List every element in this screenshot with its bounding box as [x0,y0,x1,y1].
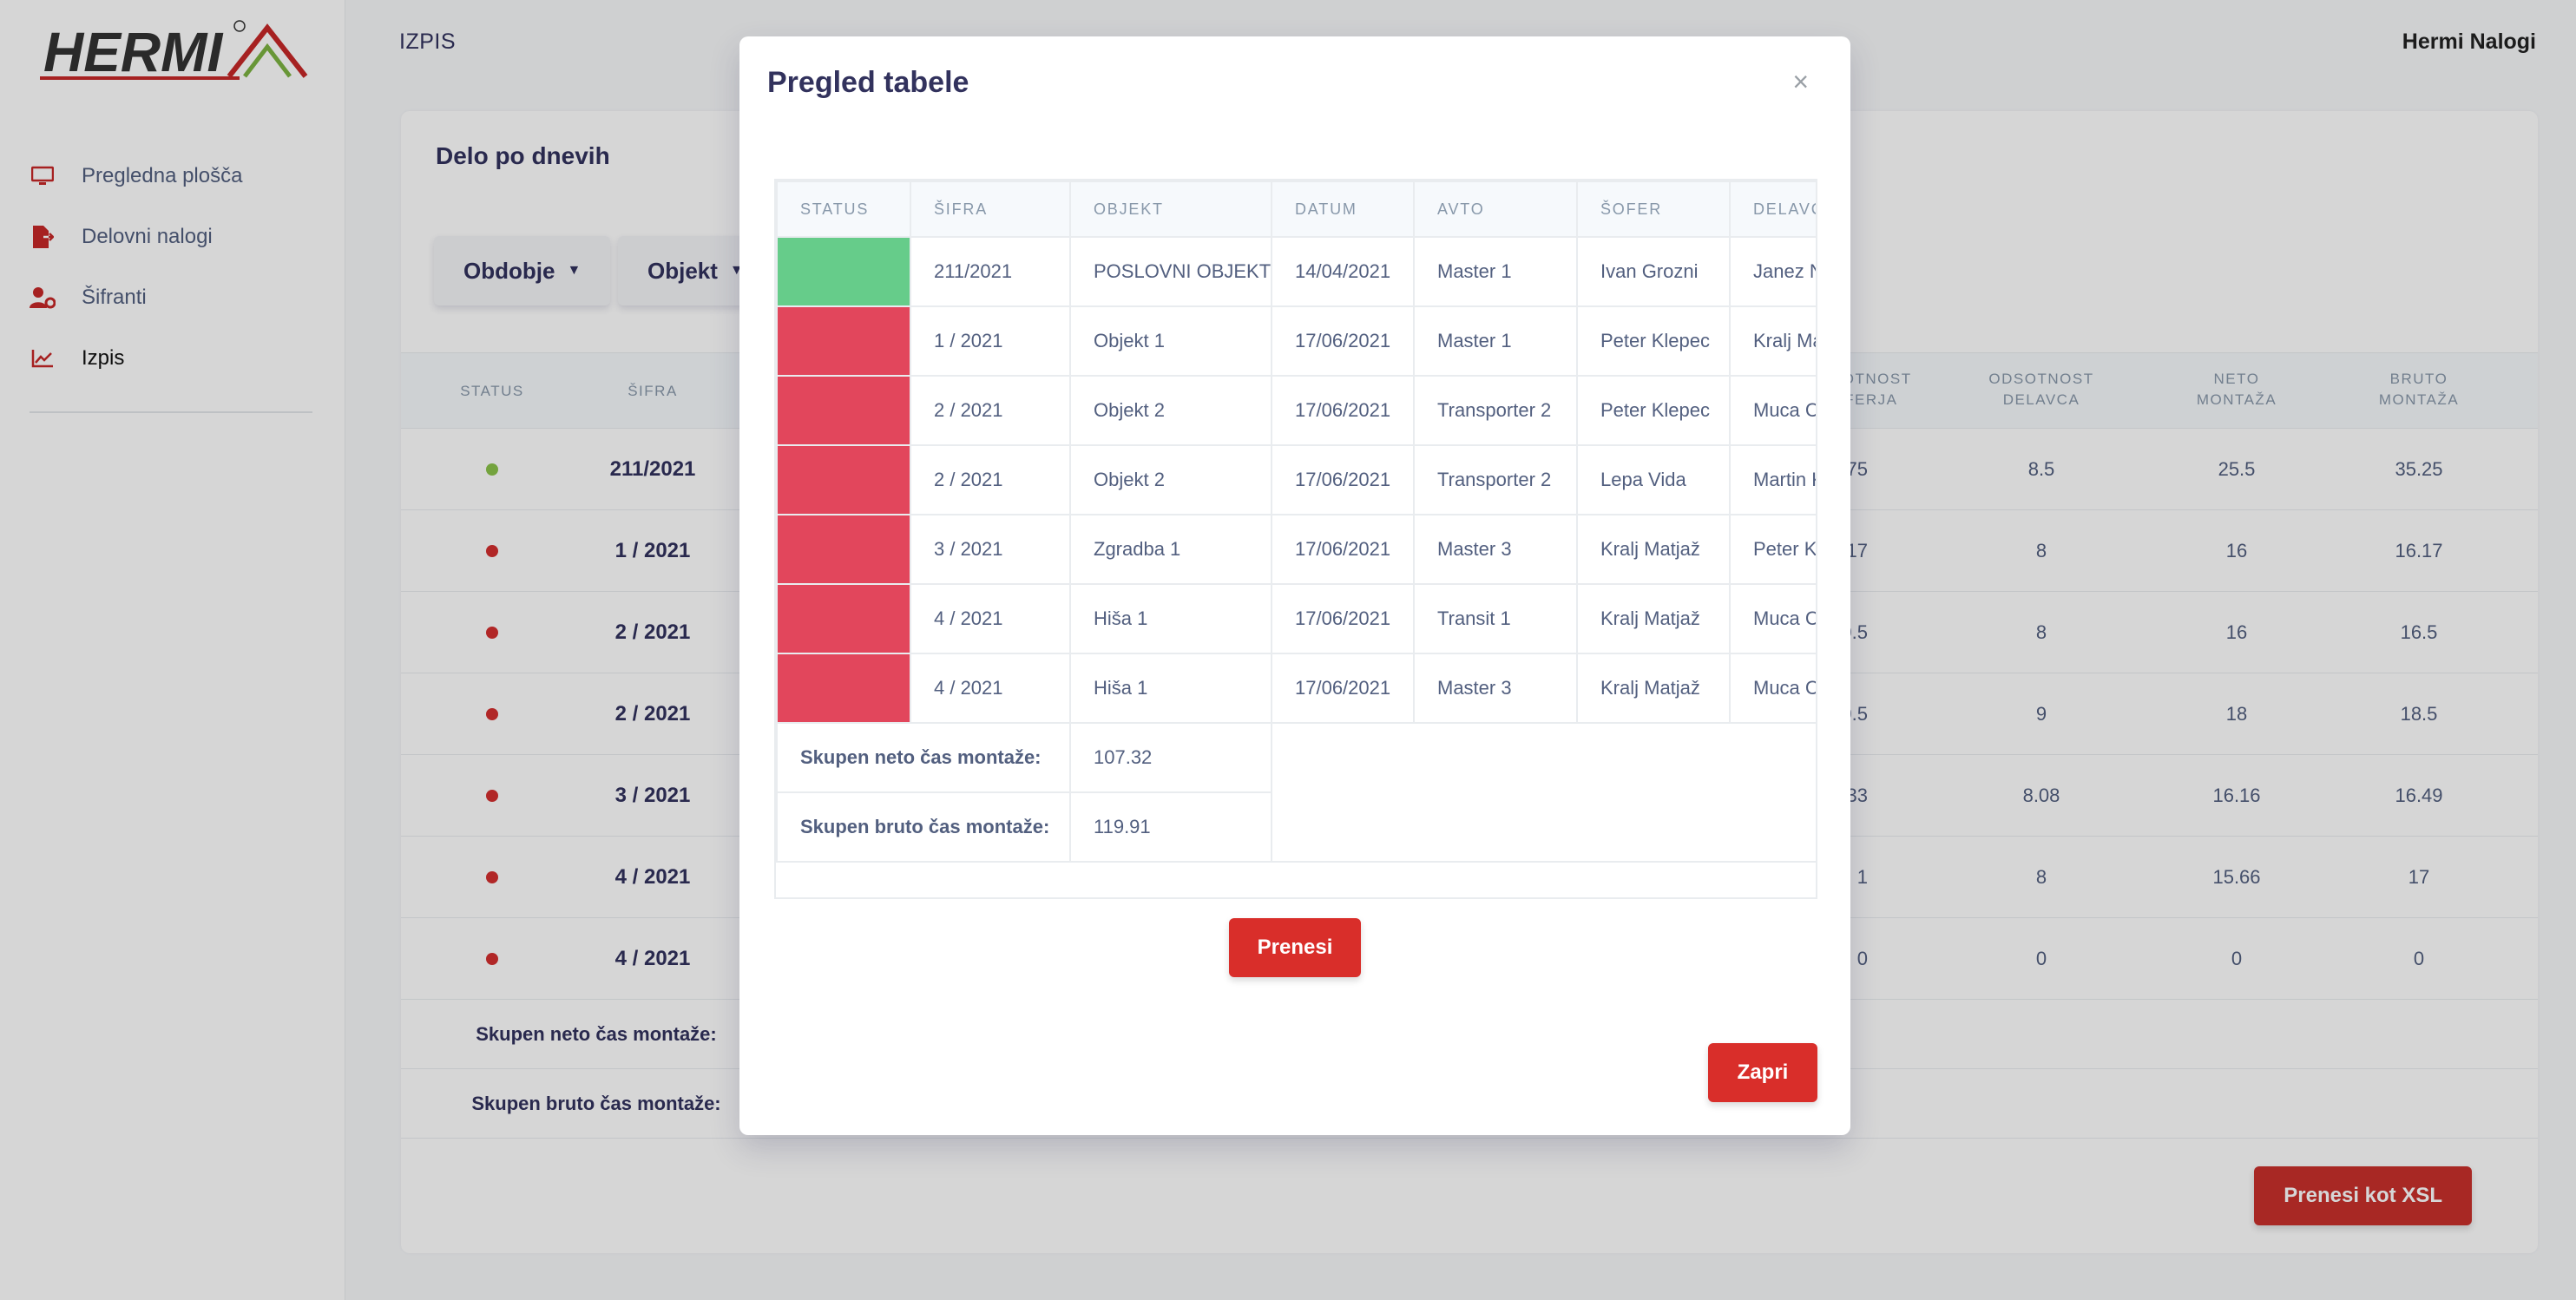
cell-avto: Master 1 [1413,305,1578,377]
status-cell [776,444,911,515]
cell-sifra: 1 / 2021 [910,305,1071,377]
cell-sofer: Peter Klepec [1576,305,1731,377]
cell-delavci: Kralj Matjaž [1729,305,1816,377]
cell-datum: 17/06/2021 [1271,514,1415,585]
table-row[interactable]: 2 / 2021 Objekt 2 17/06/2021 Transporter 2L… [776,444,1816,515]
column-header-sofer: ŠOFER [1576,181,1731,238]
cell-sofer: Kralj Matjaž [1576,514,1731,585]
status-cell [776,305,911,377]
column-header-avto: AVTO [1413,181,1578,238]
cell-delavci: Muca Copatarica [1729,375,1816,446]
cell-sofer: Peter Klepec [1576,375,1731,446]
cell-sifra: 4 / 2021 [910,583,1071,654]
cell-sofer: Ivan Grozni [1576,236,1731,307]
empty-cell [1271,722,1816,863]
status-cell [776,236,911,307]
cell-avto: Transporter 2 [1413,444,1578,515]
cell-datum: 17/06/2021 [1271,444,1415,515]
cell-objekt: Hiša 1 [1069,583,1272,654]
cell-avto: Master 3 [1413,653,1578,724]
table-row[interactable]: 4 / 2021 Hiša 1 17/06/2021 Master 3 Kralj Ma… [776,653,1816,724]
table-row[interactable]: 3 / 2021 Zgradba 1 17/06/2021 Master 3 Kralj… [776,514,1816,585]
table-row[interactable]: 1 / 2021 Objekt 1 17/06/2021 Master 1 Peter … [776,305,1816,377]
cell-objekt: Objekt 2 [1069,375,1272,446]
cell-delavci: Martin Krpan [1729,444,1816,515]
cell-sofer: Lepa Vida [1576,444,1731,515]
close-button[interactable]: Zapri [1708,1043,1817,1102]
cell-sifra: 4 / 2021 [910,653,1071,724]
cell-datum: 14/04/2021 [1271,236,1415,307]
cell-delavci: Muca Copatarica [1729,583,1816,654]
column-header-delavci: DELAVCI [1729,181,1816,238]
cell-sifra: 3 / 2021 [910,514,1071,585]
sum-neto-value: 107.32 [1069,722,1272,793]
table-row[interactable]: 4 / 2021 Hiša 1 17/06/2021 Transit 1 Kralj M… [776,583,1816,654]
cell-sifra: 2 / 2021 [910,444,1071,515]
close-icon[interactable]: × [1792,66,1809,98]
cell-delavci: Janez Novak [1729,236,1816,307]
table-row[interactable]: 2 / 2021 Objekt 2 17/06/2021 Transporter 2P… [776,375,1816,446]
column-header-objekt: OBJEKT [1069,181,1272,238]
column-header-datum: DATUM [1271,181,1415,238]
cell-avto: Transit 1 [1413,583,1578,654]
column-header-sifra: ŠIFRA [910,181,1071,238]
cell-delavci: Peter Klepec [1729,514,1816,585]
preview-table-header: STATUS ŠIFRA OBJEKT DATUM AVTO ŠOFER DEL… [776,181,1816,238]
column-header-status: STATUS [776,181,911,238]
cell-avto: Transporter 2 [1413,375,1578,446]
cell-datum: 17/06/2021 [1271,653,1415,724]
status-cell [776,583,911,654]
cell-objekt: Zgradba 1 [1069,514,1272,585]
cell-avto: Master 3 [1413,514,1578,585]
cell-objekt: Objekt 2 [1069,444,1272,515]
table-preview-modal: Pregled tabele × STATUS ŠIFRA OBJEKT DAT… [739,36,1850,1135]
status-cell [776,653,911,724]
cell-sofer: Kralj Matjaž [1576,583,1731,654]
cell-datum: 17/06/2021 [1271,305,1415,377]
cell-objekt: POSLOVNI OBJEKT [1069,236,1272,307]
cell-objekt: Objekt 1 [1069,305,1272,377]
cell-datum: 17/06/2021 [1271,375,1415,446]
cell-sofer: Kralj Matjaž [1576,653,1731,724]
modal-title: Pregled tabele [767,66,969,99]
preview-table: STATUS ŠIFRA OBJEKT DATUM AVTO ŠOFER DEL… [776,181,1816,863]
sum-bruto-value: 119.91 [1069,791,1272,863]
cell-delavci: Muca Copatarica [1729,653,1816,724]
cell-avto: Master 1 [1413,236,1578,307]
table-row[interactable]: 211/2021 POSLOVNI OBJEKT 14/04/2021 Master … [776,236,1816,307]
download-button[interactable]: Prenesi [1229,918,1361,977]
cell-datum: 17/06/2021 [1271,583,1415,654]
status-cell [776,514,911,585]
sum-bruto-label: Skupen bruto čas montaže: [776,791,1071,863]
preview-table-container[interactable]: STATUS ŠIFRA OBJEKT DATUM AVTO ŠOFER DEL… [774,179,1817,899]
cell-sifra: 2 / 2021 [910,375,1071,446]
status-cell [776,375,911,446]
cell-objekt: Hiša 1 [1069,653,1272,724]
sum-neto-row: Skupen neto čas montaže: 107.32 [776,722,1816,863]
sum-neto-label: Skupen neto čas montaže: [776,722,1071,793]
cell-sifra: 211/2021 [910,236,1071,307]
